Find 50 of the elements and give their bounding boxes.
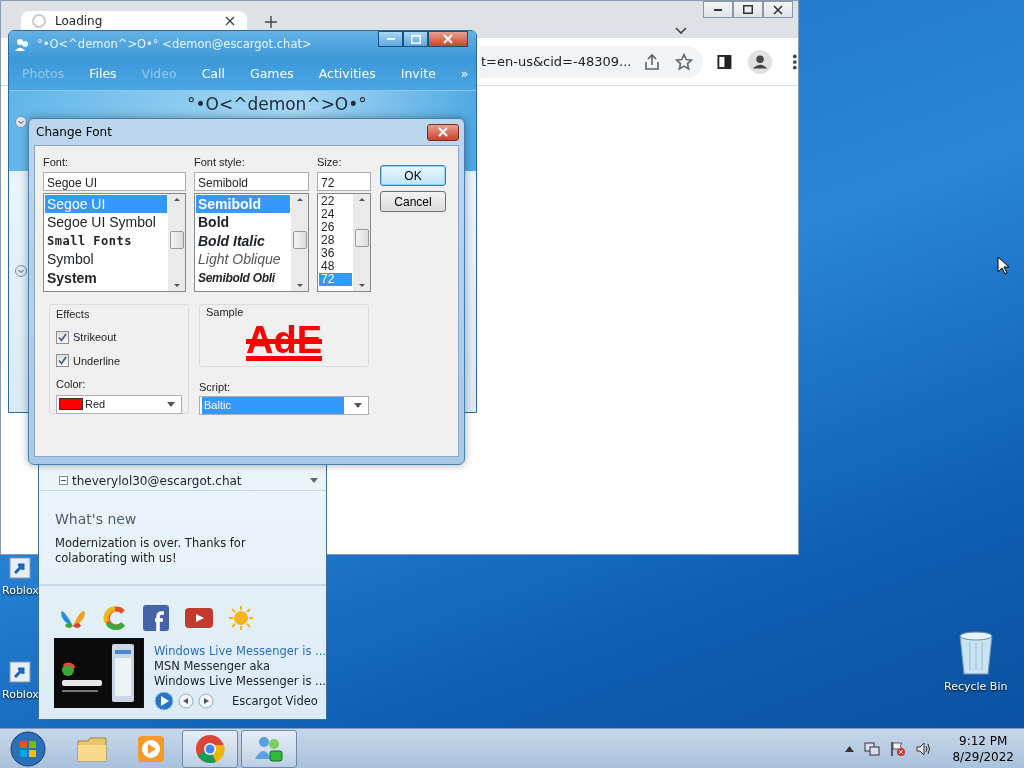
list-item[interactable]: Semibold Obli bbox=[196, 268, 290, 288]
dialog-title: Change Font bbox=[36, 124, 112, 141]
video-description: Windows Live Messenger is ... bbox=[153, 674, 326, 689]
field-label: Font style: bbox=[194, 155, 246, 170]
video-link[interactable]: Windows Live Messenger is ... bbox=[153, 644, 326, 659]
field-label: Size: bbox=[317, 155, 343, 170]
list-item[interactable]: 48 bbox=[319, 259, 352, 273]
clock-date[interactable]: 8/29/2022 bbox=[952, 748, 1014, 765]
news-text: Modernization is over. Thanks for colaborating with us! bbox=[55, 536, 247, 566]
list-item[interactable]: 36 bbox=[319, 246, 352, 260]
color-dropdown[interactable]: Red bbox=[56, 394, 182, 414]
list-item[interactable]: Symbol bbox=[45, 250, 167, 269]
sample-text: AdE bbox=[245, 320, 323, 360]
list-item[interactable]: System bbox=[45, 268, 167, 288]
field-label: Font: bbox=[43, 155, 70, 170]
clock-time[interactable]: 9:12 PM bbox=[952, 732, 1014, 749]
contact-name: °•O<^demon^>O•° bbox=[187, 94, 367, 114]
field-label: Script: bbox=[199, 379, 232, 395]
list-item[interactable]: Small Fonts bbox=[45, 231, 167, 251]
video-source: Escargot Video bbox=[231, 693, 318, 709]
cancel-button[interactable]: Cancel bbox=[380, 191, 446, 212]
size-list[interactable]: 22 24 26 28 36 48 72 bbox=[317, 192, 371, 292]
list-item[interactable]: 26 bbox=[319, 220, 352, 234]
icon-label[interactable]: Roblox bbox=[2, 687, 39, 704]
list-item[interactable]: Light Oblique bbox=[196, 250, 290, 269]
icon-label[interactable]: Roblox bbox=[2, 583, 39, 600]
contact-item[interactable]: theverylol30@escargot.chat bbox=[59, 471, 310, 490]
size-field[interactable]: 72 bbox=[317, 171, 371, 191]
list-item[interactable]: Bold Italic bbox=[196, 231, 290, 251]
list-item[interactable]: 22 bbox=[319, 194, 352, 208]
ok-button[interactable]: OK bbox=[380, 165, 446, 186]
address-bar[interactable]: t=en-us&cid=-48309... bbox=[479, 45, 704, 78]
list-item[interactable]: 28 bbox=[319, 233, 352, 247]
checkbox-label: Underline bbox=[73, 353, 121, 369]
field-label: Color: bbox=[56, 377, 87, 392]
checkbox-label: Strikeout bbox=[73, 330, 117, 345]
style-field[interactable]: Semibold bbox=[194, 171, 309, 191]
style-list[interactable]: Semibold Bold Bold Italic Light Oblique Semibold Obli bbox=[194, 192, 309, 292]
list-item[interactable]: 24 bbox=[319, 207, 352, 221]
font-field[interactable]: Segoe UI bbox=[43, 171, 186, 191]
list-item[interactable]: Segoe UI Symbol bbox=[45, 213, 167, 232]
icon-label[interactable]: Recycle Bin bbox=[944, 679, 1008, 696]
font-list[interactable]: Segoe UI Segoe UI Symbol Small Fonts Symbol System bbox=[43, 192, 186, 292]
browser-tab[interactable]: Loading bbox=[21, 11, 247, 31]
group-label: Effects bbox=[56, 306, 91, 322]
video-description: MSN Messenger aka bbox=[153, 659, 272, 674]
list-item[interactable]: Bold bbox=[196, 213, 290, 232]
window-title: °•O<^demon^>O•° <demon@escargot.chat> bbox=[37, 36, 313, 54]
group-label: Sample bbox=[206, 304, 245, 320]
section-heading: What's new bbox=[55, 510, 138, 529]
